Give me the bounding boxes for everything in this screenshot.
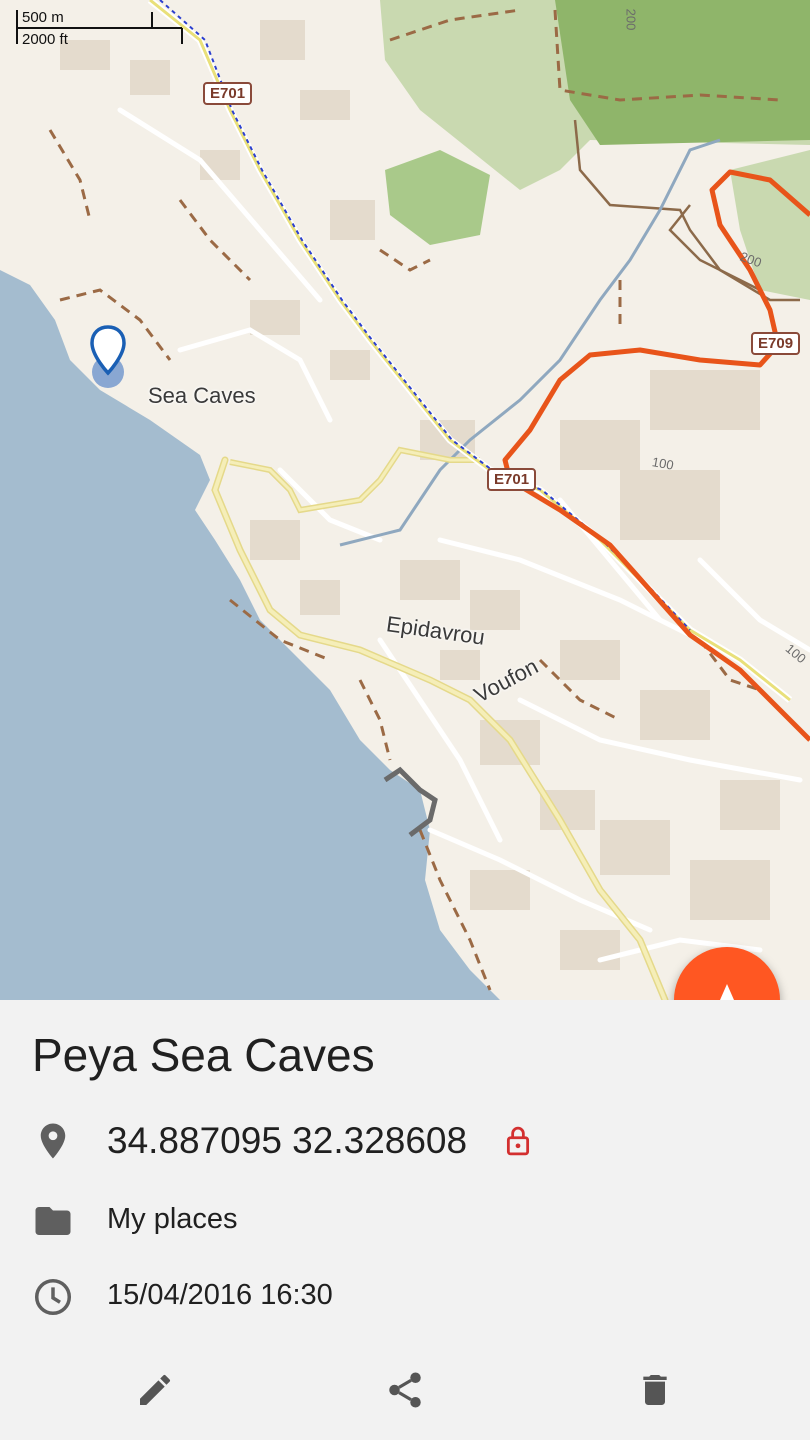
road-shield-e709: E709 [751,332,801,355]
map-canvas[interactable] [0,0,810,1000]
delete-button[interactable] [625,1360,685,1420]
delete-icon [643,1375,667,1405]
coordinates-text: 34.887095 32.328608 [107,1120,468,1161]
place-actions-toolbar [0,1350,810,1430]
share-icon [389,1372,421,1408]
road-shield-e701: E701 [487,468,537,491]
edit-icon [140,1374,171,1405]
place-title: Peya Sea Caves [32,1029,375,1081]
road-shield-e701-top: E701 [203,82,253,105]
scale-imperial-label: 2000 ft [22,31,68,48]
lock-icon[interactable] [505,1126,531,1156]
share-button[interactable] [375,1360,435,1420]
scale-metric-label: 500 m [22,9,64,26]
location-pin-icon [40,1123,66,1159]
map-scale-bar: 500 m 2000 ft [14,8,184,48]
place-label-sea-caves: Sea Caves [148,383,256,408]
contour-label: 200 [623,8,639,31]
clock-icon [34,1278,72,1316]
datetime-text: 15/04/2016 16:30 [107,1279,333,1311]
coordinates-row[interactable]: 34.887095 32.328608 [0,1110,810,1170]
folder-icon [35,1207,71,1235]
folder-row[interactable]: My places [0,1190,810,1250]
edit-button[interactable] [125,1360,185,1420]
folder-name: My places [107,1203,238,1235]
map-view[interactable]: 500 m 2000 ft E701 E701 E709 200 200 100… [0,0,810,1000]
datetime-row: 15/04/2016 16:30 [0,1266,810,1326]
